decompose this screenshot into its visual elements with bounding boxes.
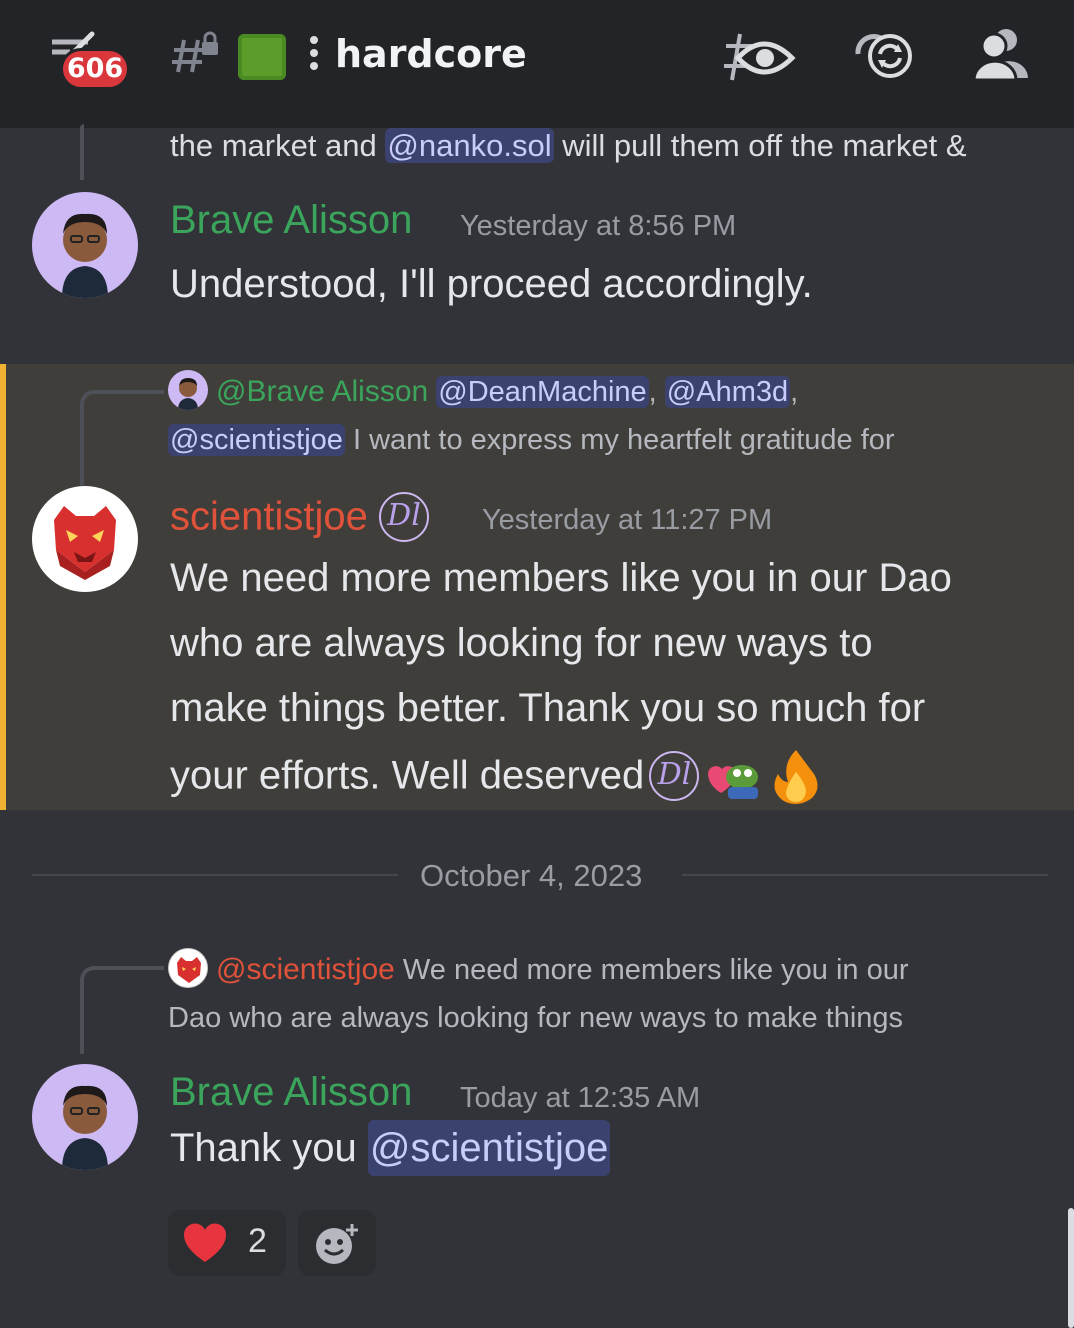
message-text: the market and: [170, 128, 386, 163]
reply-text: Dao who are always looking for new ways …: [168, 1002, 904, 1034]
reply-username[interactable]: @Brave Alisson: [216, 375, 428, 408]
reply-avatar: [168, 948, 208, 989]
hash-lock-icon: [172, 31, 218, 73]
mention-scientistjoe[interactable]: @scientistjoe: [168, 424, 345, 456]
message-text-line: We need more members like you in our Dao: [170, 556, 952, 600]
dl-badge-emoji[interactable]: Dl: [649, 751, 700, 801]
separator: ,: [648, 376, 657, 408]
message-text-line: make things better. Thank you so much fo…: [170, 686, 926, 730]
fire-emoji[interactable]: [768, 748, 824, 804]
unread-badge: 606: [60, 48, 130, 90]
message-last-line: your efforts. Well deserved Dl: [170, 748, 824, 804]
reply-connector: [80, 390, 164, 486]
message-text-cut: the market and @nanko.sol will pull them…: [170, 128, 967, 164]
heart-icon: [183, 1223, 227, 1262]
add-emoji-icon: [316, 1224, 358, 1264]
heart-reaction[interactable]: 2: [168, 1210, 286, 1276]
message-username[interactable]: scientistjoe: [170, 495, 368, 539]
reply-avatar: [168, 370, 208, 411]
message-text-line: who are always looking for new ways to: [170, 621, 873, 665]
mention-ahm3d[interactable]: @Ahm3d: [664, 376, 791, 408]
thread-connector: [80, 124, 84, 180]
avatar-face-icon: [62, 213, 108, 298]
reply-username[interactable]: @scientistjoe: [216, 953, 395, 986]
message-body: Thank you @scientistjoe: [170, 1120, 611, 1176]
date-divider: October 4, 2023: [420, 858, 643, 893]
reaction-count: 2: [248, 1222, 267, 1260]
members-icon[interactable]: [970, 26, 1032, 80]
avatar[interactable]: [32, 1064, 138, 1170]
vertical-dots-icon: [310, 36, 320, 76]
avatar-face-icon: [62, 1085, 108, 1170]
message-timestamp: Yesterday at 11:27 PM: [482, 504, 773, 536]
mention-deanmachine[interactable]: @DeanMachine: [436, 376, 649, 408]
message-timestamp: Today at 12:35 AM: [460, 1082, 701, 1114]
message-header: scientistjoe Dl: [170, 492, 429, 542]
message-text: Understood, I'll proceed accordingly.: [170, 262, 813, 306]
message-text: will pull them off the market &: [553, 128, 967, 163]
threads-icon[interactable]: [850, 28, 918, 80]
channel-name[interactable]: hardcore: [335, 32, 527, 76]
reply-connector: [80, 966, 164, 1054]
reply-text: I want to express my heartfelt gratitude…: [344, 424, 895, 456]
date-divider-line: [682, 874, 1048, 876]
message-list[interactable]: the market and @nanko.sol will pull them…: [0, 124, 1074, 1328]
separator: ,: [790, 376, 799, 408]
reply-preview[interactable]: @Brave Alisson @DeanMachine, @Ahm3d, @sc…: [168, 368, 1048, 464]
mention-scientistjoe[interactable]: @scientistjoe: [367, 1120, 611, 1176]
add-reaction-button[interactable]: [298, 1210, 376, 1276]
green-square-emoji: [238, 34, 286, 80]
tiger-avatar-icon: [54, 506, 116, 580]
avatar[interactable]: [32, 192, 138, 298]
scrollbar[interactable]: [1068, 1208, 1074, 1328]
pepe-heart-emoji[interactable]: [704, 751, 762, 801]
message-text: Thank you: [170, 1126, 368, 1170]
channel-header: 606 hardcore: [0, 0, 1074, 128]
message-timestamp: Yesterday at 8:56 PM: [460, 210, 737, 242]
mention-nanko[interactable]: @nanko.sol: [385, 128, 554, 163]
dl-role-icon[interactable]: Dl: [378, 492, 429, 542]
reply-preview[interactable]: @scientistjoe We need more members like …: [168, 946, 1048, 1042]
reply-text: We need more members like you in our: [394, 954, 909, 986]
message-username[interactable]: Brave Alisson: [170, 198, 412, 243]
message-text-line: your efforts. Well deserved: [170, 753, 645, 798]
watch-eye-icon[interactable]: [722, 28, 796, 86]
avatar[interactable]: [32, 486, 138, 592]
message-username[interactable]: Brave Alisson: [170, 1070, 412, 1115]
date-divider-line: [32, 874, 398, 876]
